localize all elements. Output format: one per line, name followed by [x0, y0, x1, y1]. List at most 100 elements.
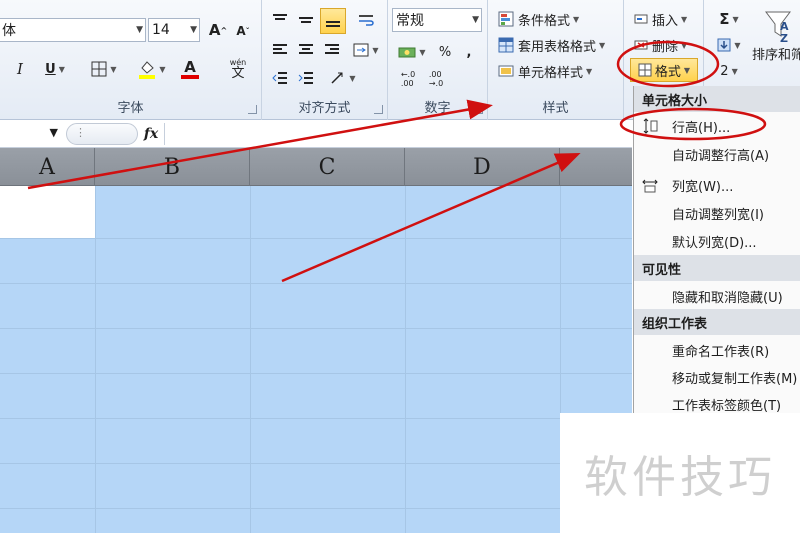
menu-item-move-copy-sheet[interactable]: 移动或复制工作表(M) — [634, 363, 800, 391]
menu-item-default-width[interactable]: 默认列宽(D)... — [634, 227, 800, 255]
increase-indent-button[interactable] — [294, 66, 318, 90]
font-color-button[interactable]: A — [172, 56, 208, 82]
menu-item-label: 自动调整行高(A) — [672, 148, 770, 164]
increase-indent-icon — [298, 72, 313, 84]
text-orientation-icon — [331, 72, 343, 84]
comma-button[interactable]: , — [460, 40, 478, 64]
currency-icon — [398, 47, 416, 58]
grow-font-label: A — [208, 21, 221, 39]
styles-group: 条件格式 ▼ 套用表格格式 ▼ 单元格样式 ▼ 样式 — [488, 0, 624, 120]
align-bottom-button[interactable] — [320, 8, 346, 34]
chevron-down-icon: ▼ — [599, 40, 606, 50]
delete-button[interactable]: 删除 ▼ — [634, 34, 687, 56]
menu-item-label: 隐藏和取消隐藏(U) — [672, 290, 783, 306]
underline-button[interactable]: U ▼ — [38, 58, 72, 80]
menu-item-row-height[interactable]: 行高(H)... — [634, 112, 800, 140]
svg-text:Z: Z — [780, 32, 788, 44]
column-header-d[interactable]: D — [405, 148, 560, 186]
cell-grid[interactable] — [0, 186, 632, 533]
active-cell-a1[interactable] — [0, 186, 95, 238]
name-box[interactable]: ▼ — [0, 123, 62, 145]
font-size-combo[interactable]: 14 ▼ — [148, 18, 200, 42]
menu-item-rename-sheet[interactable]: 重命名工作表(R) — [634, 336, 800, 364]
format-as-table-button[interactable]: 套用表格格式 ▼ — [498, 34, 605, 56]
chevron-down-icon: ▼ — [136, 25, 143, 35]
percent-button[interactable]: % — [434, 40, 456, 64]
cell-styles-button[interactable]: 单元格样式 ▼ — [498, 60, 592, 82]
phonetic-button[interactable]: wén 文 — [218, 56, 258, 82]
chevron-down-icon: ▼ — [573, 14, 580, 24]
align-left-button[interactable] — [268, 38, 292, 62]
menu-item-hide-unhide[interactable]: 隐藏和取消隐藏(U) — [634, 282, 800, 310]
sort-filter-button[interactable]: AZ 排序和筛 — [748, 8, 800, 63]
formula-cancel-enter[interactable]: ⋮ — [66, 123, 138, 145]
column-header-a[interactable]: A — [0, 148, 95, 186]
number-format-value: 常规 — [396, 13, 424, 29]
shrink-font-button[interactable]: Aˇ — [232, 20, 254, 42]
shrink-font-label: A — [236, 24, 246, 38]
italic-button[interactable]: I — [10, 58, 30, 80]
align-right-button[interactable] — [320, 38, 344, 62]
gridline — [0, 373, 632, 374]
orientation-button[interactable]: ▼ — [326, 66, 360, 90]
menu-item-label: 列宽(W)... — [672, 179, 734, 195]
menu-item-column-width[interactable]: 列宽(W)... — [634, 171, 800, 199]
chevron-down-icon: ▼ — [190, 25, 197, 35]
menu-section-visibility: 可见性 — [634, 255, 800, 281]
chevron-down-icon: ▼ — [159, 64, 166, 74]
font-name-combo[interactable]: 体 ▼ — [0, 18, 146, 42]
chevron-down-icon: ▼ — [472, 15, 479, 25]
decrease-indent-button[interactable] — [268, 66, 292, 90]
insert-button[interactable]: 插入 ▼ — [634, 8, 687, 30]
align-left-icon — [273, 44, 287, 54]
conditional-format-button[interactable]: 条件格式 ▼ — [498, 8, 579, 30]
menu-item-label: 重命名工作表(R) — [672, 344, 770, 360]
accounting-format-button[interactable]: ▼ — [394, 40, 430, 64]
insert-function-button[interactable]: fx — [140, 123, 162, 145]
wrap-text-button[interactable] — [354, 8, 378, 32]
insert-label: 插入 — [652, 13, 679, 29]
align-center-button[interactable] — [294, 38, 318, 62]
grip-icon: ⋮ — [75, 126, 86, 139]
fill-button[interactable]: ▼ — [714, 34, 744, 56]
number-format-combo[interactable]: 常规 ▼ — [392, 8, 482, 32]
format-label: 格式 — [654, 64, 681, 80]
menu-item-autofit-row[interactable]: 自动调整行高(A) — [634, 140, 800, 168]
align-top-button[interactable] — [268, 8, 292, 32]
clear-button[interactable]: 2 ▼ — [714, 60, 744, 82]
fill-color-button[interactable]: ▼ — [134, 56, 170, 82]
dialog-launcher-icon[interactable] — [474, 105, 483, 114]
align-middle-button[interactable] — [294, 8, 318, 32]
decrease-indent-icon — [272, 72, 287, 84]
format-dropdown-menu: 单元格大小 行高(H)... 自动调整行高(A) 列宽(W)... 自动调整列宽… — [633, 86, 800, 418]
chevron-down-icon: ▼ — [58, 64, 65, 74]
borders-button[interactable]: ▼ — [86, 58, 122, 80]
chevron-down-icon: ▼ — [683, 65, 691, 75]
grow-font-button[interactable]: A ^ — [206, 18, 230, 42]
formula-input[interactable] — [164, 123, 632, 145]
merge-cells-icon — [353, 43, 369, 57]
column-header-c[interactable]: C — [250, 148, 405, 186]
dialog-launcher-icon[interactable] — [374, 105, 383, 114]
chevron-down-icon: ▼ — [734, 40, 741, 50]
menu-item-autofit-column[interactable]: 自动调整列宽(I) — [634, 199, 800, 227]
format-cells-icon — [638, 63, 652, 77]
column-header-e[interactable] — [560, 148, 632, 186]
border-grid-icon — [91, 61, 107, 77]
dialog-launcher-icon[interactable] — [248, 105, 257, 114]
column-header-b[interactable]: B — [95, 148, 250, 186]
autosum-button[interactable]: Σ ▼ — [714, 8, 744, 30]
table-format-icon — [498, 37, 514, 53]
increase-decimal-button[interactable]: ←.0.00 — [396, 68, 420, 90]
chevron-down-icon: ▼ — [681, 14, 688, 24]
menu-item-label: 自动调整列宽(I) — [672, 207, 764, 223]
merge-center-button[interactable]: ▼ — [350, 38, 382, 62]
font-size-value: 14 — [152, 22, 170, 38]
chevron-down-icon: ▼ — [732, 14, 739, 24]
font-color-swatch — [181, 75, 199, 79]
menu-item-label: 工作表标签颜色(T) — [672, 398, 782, 414]
chevron-down-icon: ▼ — [372, 45, 379, 55]
conditional-format-label: 条件格式 — [518, 13, 571, 29]
format-button[interactable]: 格式 ▼ — [630, 58, 698, 82]
decrease-decimal-button[interactable]: .00 →.0 — [424, 68, 448, 90]
